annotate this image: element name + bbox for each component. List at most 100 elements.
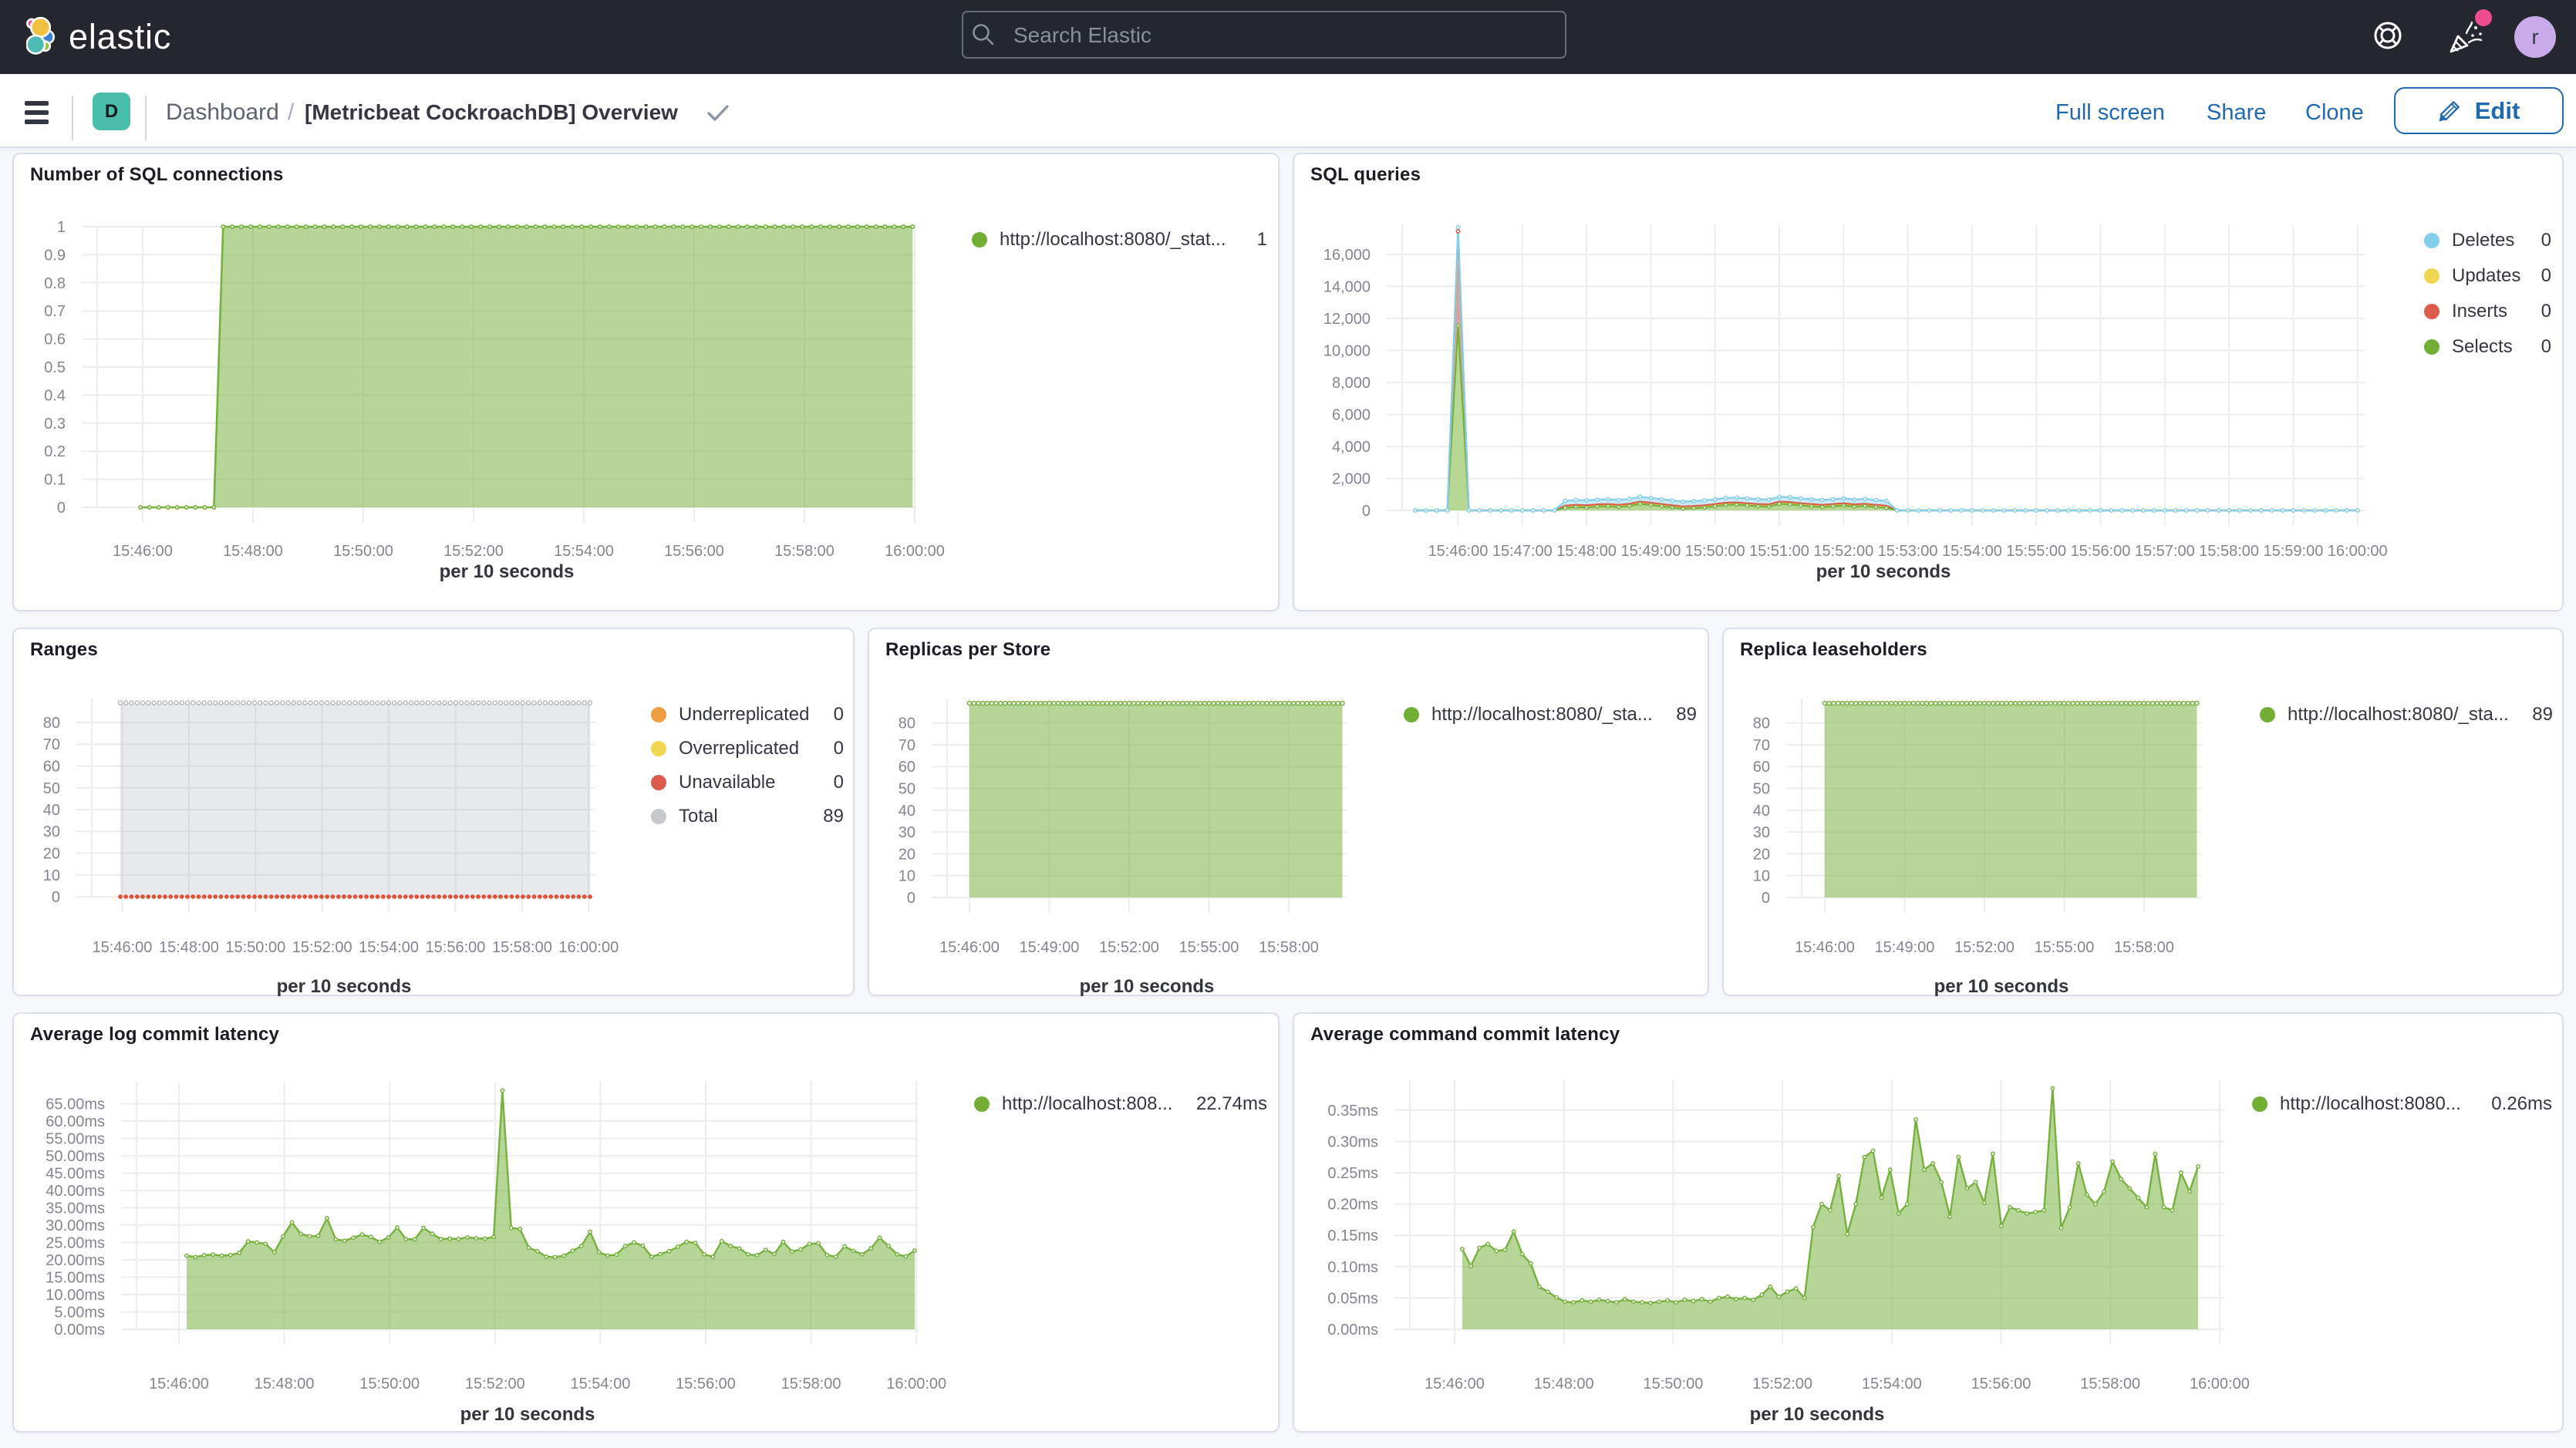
svg-text:0.7: 0.7 (44, 303, 66, 320)
svg-text:per 10 seconds: per 10 seconds (1934, 976, 2069, 997)
svg-text:15.00ms: 15.00ms (46, 1270, 105, 1287)
svg-text:15:50:00: 15:50:00 (1685, 543, 1745, 560)
svg-text:15:54:00: 15:54:00 (554, 543, 614, 560)
svg-text:0.10ms: 0.10ms (1327, 1259, 1378, 1276)
svg-text:15:55:00: 15:55:00 (2035, 939, 2095, 956)
svg-text:15:53:00: 15:53:00 (1878, 543, 1938, 560)
svg-text:15:52:00: 15:52:00 (1752, 1376, 1812, 1392)
svg-text:15:49:00: 15:49:00 (1020, 939, 1080, 956)
svg-text:15:58:00: 15:58:00 (781, 1376, 841, 1392)
svg-text:10: 10 (1753, 868, 1770, 885)
svg-text:0: 0 (52, 889, 60, 906)
svg-text:15:54:00: 15:54:00 (1942, 543, 2002, 560)
svg-text:15:46:00: 15:46:00 (93, 939, 153, 956)
svg-text:0.15ms: 0.15ms (1327, 1227, 1378, 1244)
svg-text:20: 20 (43, 846, 60, 863)
svg-text:25.00ms: 25.00ms (46, 1235, 105, 1252)
svg-text:15:58:00: 15:58:00 (2199, 543, 2259, 560)
svg-text:per 10 seconds: per 10 seconds (1816, 561, 1951, 582)
svg-text:15:47:00: 15:47:00 (1492, 543, 1553, 560)
svg-text:0.00ms: 0.00ms (1327, 1322, 1378, 1339)
svg-text:0.05ms: 0.05ms (1327, 1290, 1378, 1307)
svg-text:15:46:00: 15:46:00 (1795, 939, 1855, 956)
svg-text:15:56:00: 15:56:00 (426, 939, 486, 956)
svg-text:15:58:00: 15:58:00 (1259, 939, 1319, 956)
svg-text:15:56:00: 15:56:00 (2071, 543, 2131, 560)
svg-text:55.00ms: 55.00ms (46, 1131, 105, 1148)
svg-text:15:46:00: 15:46:00 (1428, 543, 1489, 560)
svg-text:40: 40 (43, 802, 60, 819)
svg-text:16:00:00: 16:00:00 (886, 1376, 946, 1392)
svg-text:50: 50 (1753, 781, 1770, 798)
svg-text:20.00ms: 20.00ms (46, 1252, 105, 1269)
svg-text:14,000: 14,000 (1323, 279, 1371, 296)
svg-text:15:56:00: 15:56:00 (1971, 1376, 2031, 1392)
svg-text:65.00ms: 65.00ms (46, 1096, 105, 1113)
svg-text:per 10 seconds: per 10 seconds (460, 1404, 595, 1425)
svg-text:15:54:00: 15:54:00 (570, 1376, 630, 1392)
svg-text:15:46:00: 15:46:00 (149, 1376, 209, 1392)
svg-text:per 10 seconds: per 10 seconds (1080, 976, 1215, 997)
svg-text:0: 0 (1762, 890, 1770, 907)
svg-text:15:52:00: 15:52:00 (1954, 939, 2015, 956)
svg-text:6,000: 6,000 (1332, 407, 1371, 424)
svg-text:70: 70 (899, 737, 915, 754)
svg-text:30: 30 (1753, 824, 1770, 841)
svg-text:60.00ms: 60.00ms (46, 1113, 105, 1130)
svg-text:0.25ms: 0.25ms (1327, 1165, 1378, 1182)
svg-text:0.20ms: 0.20ms (1327, 1197, 1378, 1214)
svg-text:15:56:00: 15:56:00 (676, 1376, 736, 1392)
svg-text:30: 30 (43, 823, 60, 840)
svg-text:15:48:00: 15:48:00 (1556, 543, 1617, 560)
svg-text:0.9: 0.9 (44, 247, 66, 264)
svg-text:15:58:00: 15:58:00 (2080, 1376, 2140, 1392)
svg-text:40: 40 (899, 803, 915, 820)
svg-text:15:48:00: 15:48:00 (159, 939, 219, 956)
svg-text:35.00ms: 35.00ms (46, 1200, 105, 1217)
svg-text:10: 10 (899, 868, 915, 885)
svg-text:15:55:00: 15:55:00 (2006, 543, 2066, 560)
svg-text:40: 40 (1753, 803, 1770, 820)
svg-text:45.00ms: 45.00ms (46, 1166, 105, 1183)
svg-text:16,000: 16,000 (1323, 247, 1371, 264)
svg-text:50.00ms: 50.00ms (46, 1148, 105, 1165)
svg-text:15:58:00: 15:58:00 (2114, 939, 2174, 956)
svg-text:70: 70 (43, 736, 60, 753)
svg-text:15:48:00: 15:48:00 (223, 543, 283, 560)
svg-text:per 10 seconds: per 10 seconds (1750, 1404, 1885, 1425)
svg-text:10,000: 10,000 (1323, 343, 1371, 360)
svg-text:20: 20 (899, 846, 915, 863)
svg-text:15:52:00: 15:52:00 (1099, 939, 1159, 956)
svg-text:15:49:00: 15:49:00 (1875, 939, 1935, 956)
svg-text:per 10 seconds: per 10 seconds (440, 561, 575, 582)
svg-text:15:55:00: 15:55:00 (1179, 939, 1239, 956)
svg-text:15:48:00: 15:48:00 (1534, 1376, 1594, 1392)
svg-text:16:00:00: 16:00:00 (558, 939, 619, 956)
svg-text:5.00ms: 5.00ms (54, 1305, 105, 1322)
svg-text:15:46:00: 15:46:00 (1425, 1376, 1485, 1392)
svg-text:15:58:00: 15:58:00 (774, 543, 835, 560)
svg-text:80: 80 (1753, 716, 1770, 732)
svg-text:60: 60 (1753, 759, 1770, 776)
svg-text:0.35ms: 0.35ms (1327, 1103, 1378, 1120)
svg-text:15:59:00: 15:59:00 (2263, 543, 2323, 560)
svg-text:15:50:00: 15:50:00 (225, 939, 285, 956)
svg-text:0.6: 0.6 (44, 332, 66, 349)
svg-text:50: 50 (43, 780, 60, 797)
svg-text:0: 0 (1362, 503, 1371, 520)
svg-text:15:50:00: 15:50:00 (1643, 1376, 1703, 1392)
svg-text:16:00:00: 16:00:00 (2328, 543, 2388, 560)
svg-text:0: 0 (907, 890, 915, 907)
svg-text:0.30ms: 0.30ms (1327, 1133, 1378, 1150)
svg-text:0.1: 0.1 (44, 472, 66, 489)
svg-text:15:51:00: 15:51:00 (1749, 543, 1809, 560)
svg-text:40.00ms: 40.00ms (46, 1183, 105, 1200)
svg-text:10.00ms: 10.00ms (46, 1287, 105, 1304)
svg-text:per 10 seconds: per 10 seconds (277, 976, 412, 997)
svg-text:15:46:00: 15:46:00 (939, 939, 1000, 956)
svg-text:16:00:00: 16:00:00 (2190, 1376, 2250, 1392)
svg-text:15:52:00: 15:52:00 (443, 543, 504, 560)
svg-text:4,000: 4,000 (1332, 439, 1371, 456)
svg-text:10: 10 (43, 867, 60, 884)
svg-text:15:52:00: 15:52:00 (292, 939, 352, 956)
